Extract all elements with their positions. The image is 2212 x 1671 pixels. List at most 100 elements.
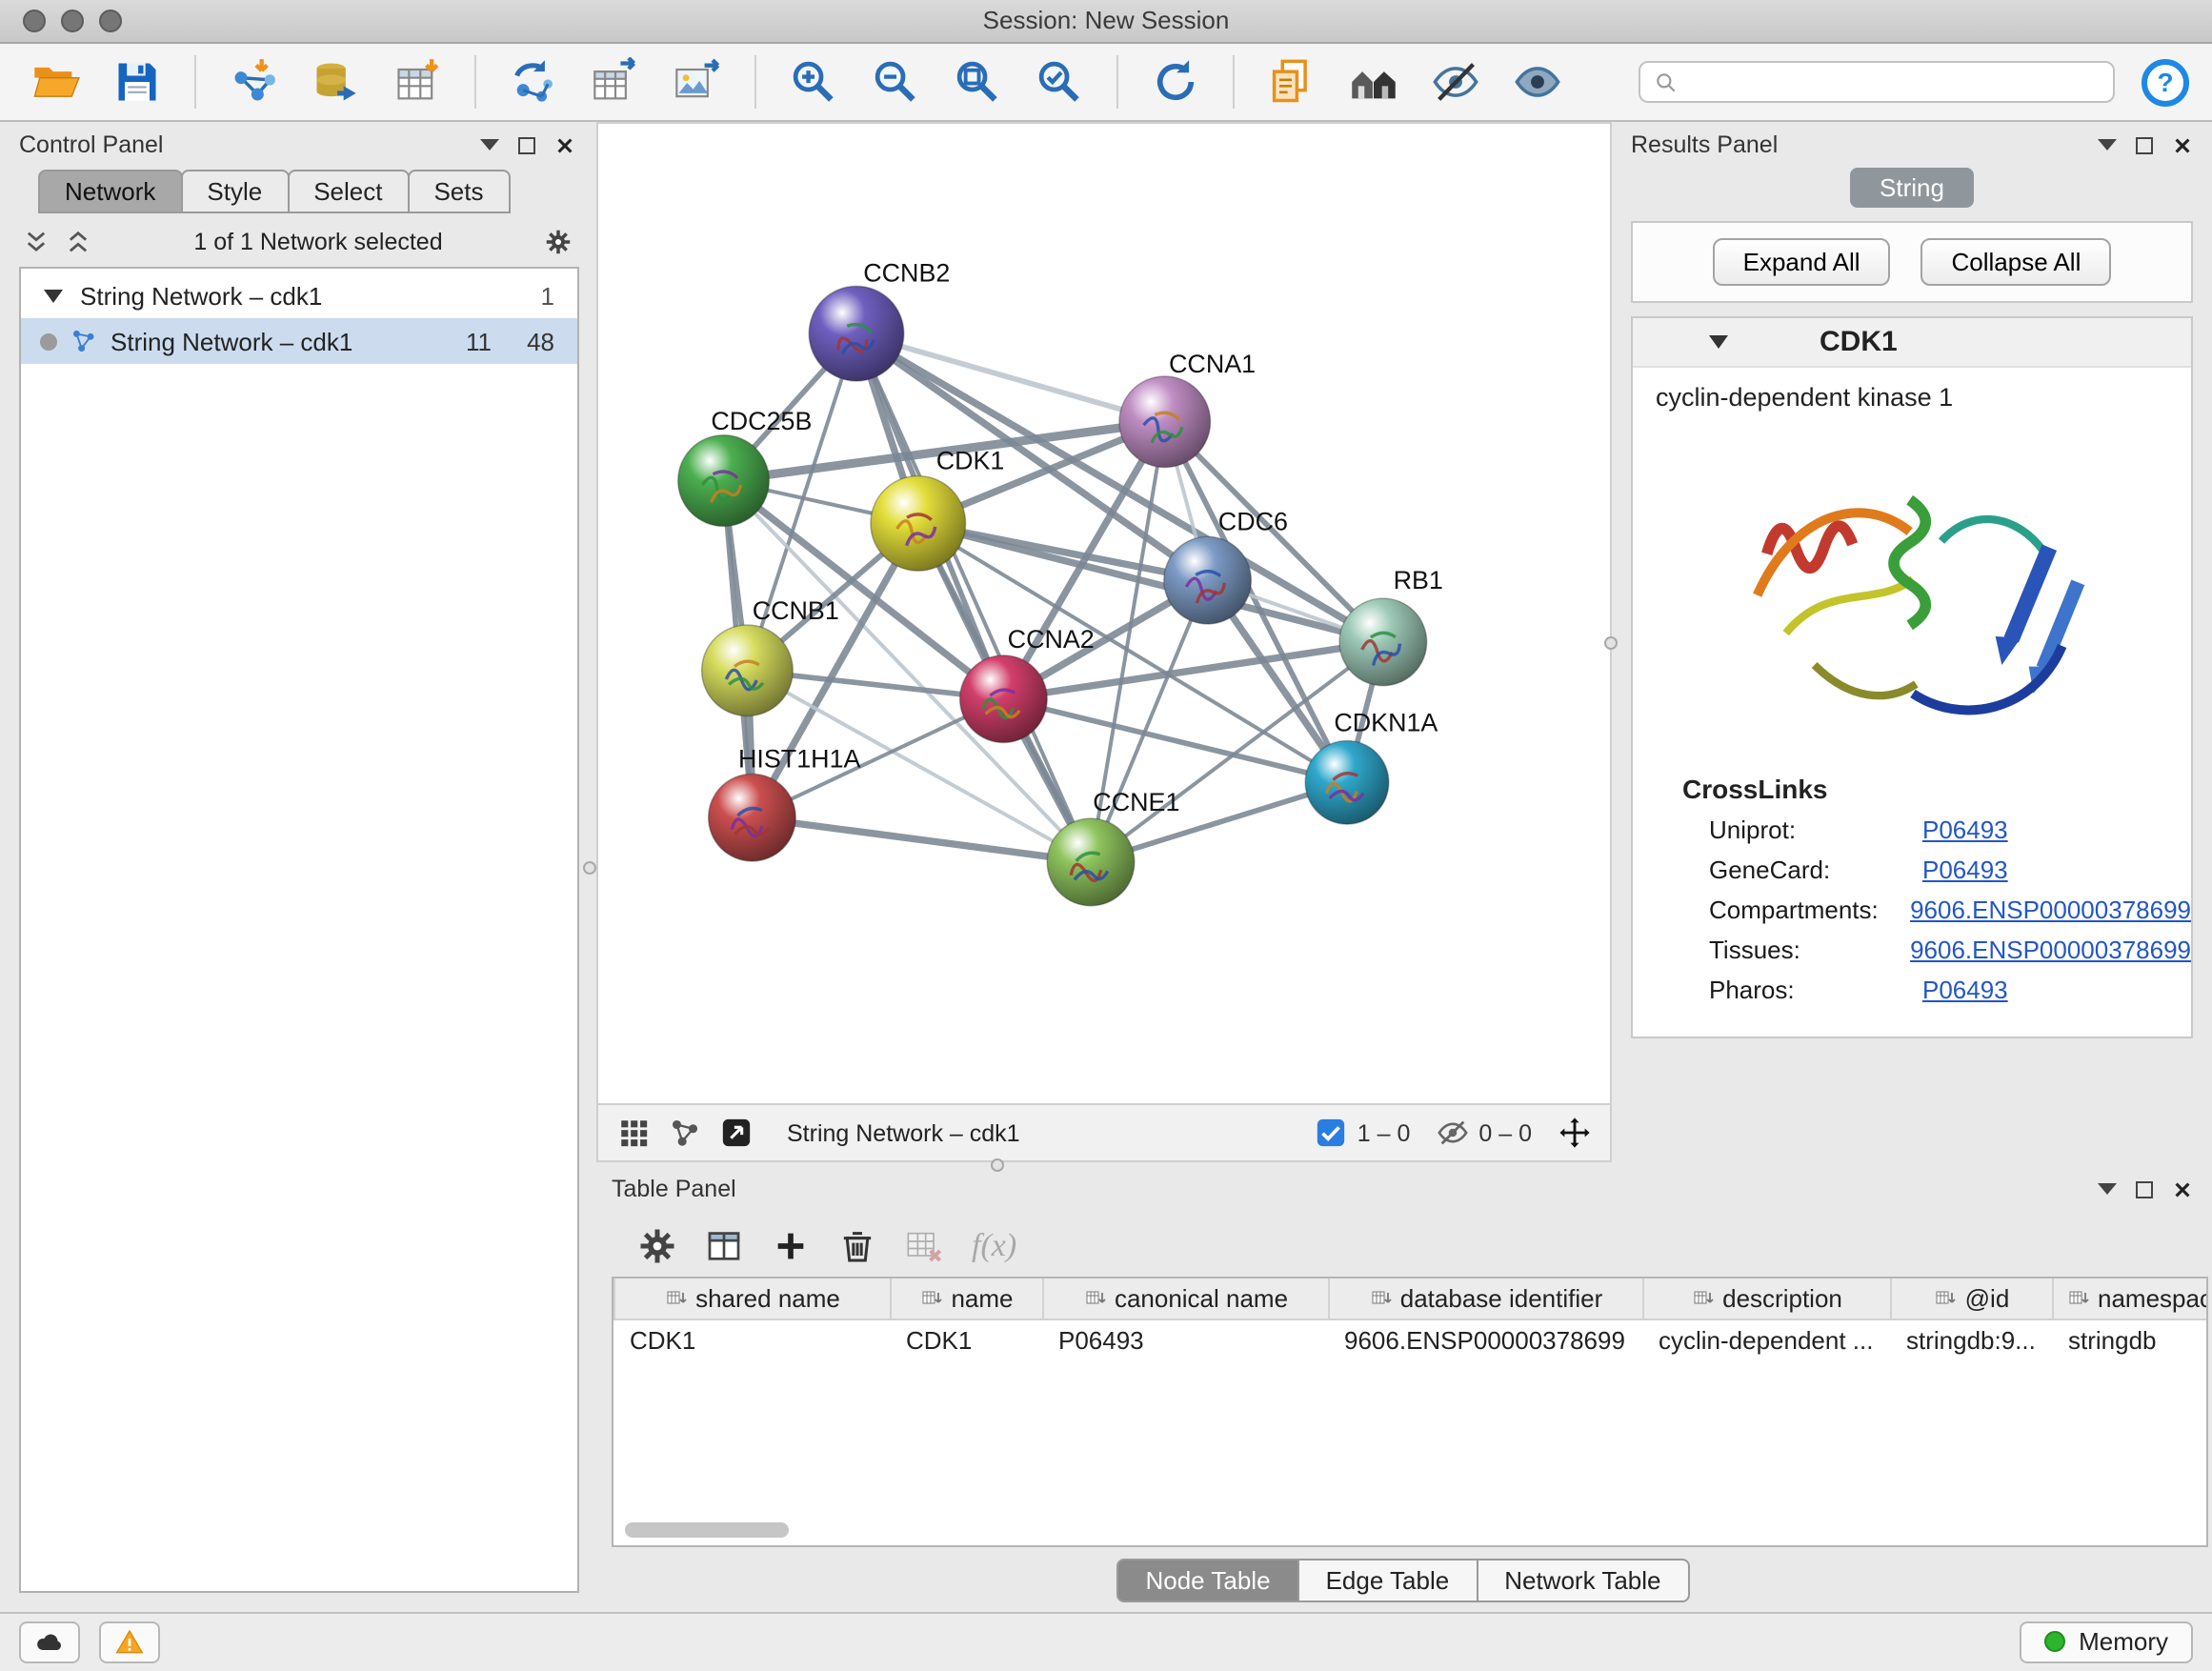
float-panel-icon[interactable] xyxy=(2136,1180,2153,1198)
search-box[interactable] xyxy=(1639,61,2115,103)
grid-view-icon[interactable] xyxy=(617,1117,650,1149)
tab-network[interactable]: Network xyxy=(38,170,182,213)
crosslink-link[interactable]: P06493 xyxy=(1922,976,2008,1004)
horizontal-splitter-handle[interactable] xyxy=(991,1158,1004,1172)
close-panel-icon[interactable] xyxy=(2172,134,2193,155)
panel-menu-icon[interactable] xyxy=(2098,139,2117,151)
network-options-gear-icon[interactable] xyxy=(545,229,572,255)
tab-edge-table[interactable]: Edge Table xyxy=(1297,1559,1478,1602)
show-all-button[interactable] xyxy=(1505,51,1570,112)
float-panel-icon[interactable] xyxy=(518,136,535,153)
delete-column-icon[interactable] xyxy=(838,1227,876,1265)
column-header-canonical-name[interactable]: canonical name xyxy=(1043,1278,1329,1319)
tab-style[interactable]: Style xyxy=(180,170,289,213)
import-table-file-button[interactable] xyxy=(385,51,450,112)
gene-entry-header[interactable]: CDK1 xyxy=(1633,318,2191,368)
table-cell[interactable]: stringdb:9... xyxy=(1891,1319,2053,1359)
vertical-splitter-handle[interactable] xyxy=(1604,636,1618,650)
column-sort-icon xyxy=(1370,1284,1400,1313)
warnings-button[interactable] xyxy=(99,1621,160,1663)
network-share-icon[interactable] xyxy=(669,1117,701,1149)
network-node-CDKN1A[interactable]: CDKN1A xyxy=(1305,709,1438,825)
save-session-button[interactable] xyxy=(105,51,170,112)
entry-collapse-icon[interactable] xyxy=(1709,335,1728,349)
horizontal-scrollbar-thumb[interactable] xyxy=(625,1522,789,1538)
crosslink-link[interactable]: 9606.ENSP00000378699 xyxy=(1910,936,2191,964)
expand-all-networks-icon[interactable] xyxy=(65,229,91,255)
network-node-CDK1[interactable]: CDK1 xyxy=(871,447,1004,572)
export-image-button[interactable] xyxy=(665,51,730,112)
column-header-name[interactable]: name xyxy=(891,1278,1043,1319)
minimize-window-button[interactable] xyxy=(61,10,84,32)
new-network-button[interactable] xyxy=(501,51,566,112)
table-cell[interactable]: CDK1 xyxy=(614,1319,891,1359)
tab-select[interactable]: Select xyxy=(287,170,409,213)
column-header-description[interactable]: description xyxy=(1643,1278,1891,1319)
collapse-all-button[interactable]: Collapse All xyxy=(1921,238,2112,286)
close-panel-icon[interactable] xyxy=(554,134,575,155)
show-neighbors-button[interactable] xyxy=(1341,51,1406,112)
table-cell[interactable]: CDK1 xyxy=(891,1319,1043,1359)
zoom-selected-button[interactable] xyxy=(1027,51,1092,112)
network-node-CDC25B[interactable]: CDC25B xyxy=(678,407,813,527)
tree-expand-icon[interactable] xyxy=(44,290,63,303)
tab-sets[interactable]: Sets xyxy=(407,170,510,213)
column-header-shared-name[interactable]: shared name xyxy=(614,1278,891,1319)
import-network-file-button[interactable] xyxy=(221,51,286,112)
table-cell[interactable]: 9606.ENSP00000378699 xyxy=(1329,1319,1643,1359)
selected-checkbox-icon[interactable] xyxy=(1316,1117,1348,1149)
network-row-selected[interactable]: String Network – cdk1 11 48 xyxy=(21,318,577,364)
apply-layout-button[interactable] xyxy=(1143,51,1208,112)
tab-network-table[interactable]: Network Table xyxy=(1476,1559,1689,1602)
column-header-namespac[interactable]: namespac xyxy=(2053,1278,2208,1319)
column-header--id[interactable]: @id xyxy=(1891,1278,2053,1319)
column-header-database-identifier[interactable]: database identifier xyxy=(1329,1278,1643,1319)
crosslink-link[interactable]: P06493 xyxy=(1922,815,2008,844)
crosslink-link[interactable]: 9606.ENSP00000378699 xyxy=(1910,896,2191,924)
table-cell[interactable]: stringdb xyxy=(2053,1319,2208,1359)
zoom-in-button[interactable] xyxy=(781,51,846,112)
hide-selected-button[interactable] xyxy=(1423,51,1488,112)
copy-document-button[interactable] xyxy=(1259,51,1324,112)
node-label-CDK1: CDK1 xyxy=(936,447,1005,475)
table-settings-gear-icon[interactable] xyxy=(638,1227,676,1265)
network-graph[interactable]: CCNB2CCNA1CDC25BCDK1CDC6RB1CCNB1CCNA2CDK… xyxy=(598,124,1610,1103)
search-input[interactable] xyxy=(1690,69,2100,95)
pan-mode-icon[interactable] xyxy=(1558,1117,1591,1149)
import-network-database-button[interactable] xyxy=(303,51,368,112)
vertical-splitter-handle[interactable] xyxy=(583,861,596,875)
panel-menu-icon[interactable] xyxy=(480,139,499,151)
add-column-icon[interactable] xyxy=(772,1227,810,1265)
float-panel-icon[interactable] xyxy=(2136,136,2153,153)
open-session-button[interactable] xyxy=(23,51,88,112)
network-node-CCNA1[interactable]: CCNA1 xyxy=(1119,350,1256,468)
export-table-button[interactable] xyxy=(583,51,648,112)
network-edge-CCNE1-HIST1H1A[interactable] xyxy=(752,817,1091,862)
show-columns-icon[interactable] xyxy=(705,1227,743,1265)
expand-all-button[interactable]: Expand All xyxy=(1713,238,1891,286)
network-collection-row[interactable]: String Network – cdk1 1 xyxy=(21,274,577,318)
table-cell[interactable]: P06493 xyxy=(1043,1319,1329,1359)
zoom-fit-button[interactable] xyxy=(945,51,1010,112)
network-view[interactable]: CCNB2CCNA1CDC25BCDK1CDC6RB1CCNB1CCNA2CDK… xyxy=(596,122,1612,1105)
crosslink-link[interactable]: P06493 xyxy=(1922,856,2008,884)
table-cell[interactable]: cyclin-dependent ... xyxy=(1643,1319,1891,1359)
hidden-eye-icon[interactable] xyxy=(1437,1117,1469,1149)
table-row[interactable]: CDK1CDK1P064939606.ENSP00000378699cyclin… xyxy=(614,1319,2208,1359)
network-node-RB1[interactable]: RB1 xyxy=(1339,566,1443,686)
close-panel-icon[interactable] xyxy=(2172,1178,2193,1199)
tab-node-table[interactable]: Node Table xyxy=(1116,1559,1298,1602)
collapse-all-networks-icon[interactable] xyxy=(23,229,50,255)
panel-menu-icon[interactable] xyxy=(2098,1183,2117,1195)
maximize-window-button[interactable] xyxy=(99,10,122,32)
results-panel: Results Panel String Expand All Collapse… xyxy=(1616,126,2208,1166)
network-node-HIST1H1A[interactable]: HIST1H1A xyxy=(709,744,861,861)
memory-button[interactable]: Memory xyxy=(2020,1621,2193,1663)
tab-string[interactable]: String xyxy=(1849,168,1975,208)
zoom-out-button[interactable] xyxy=(863,51,928,112)
birdseye-view-icon[interactable] xyxy=(720,1117,753,1149)
close-window-button[interactable] xyxy=(23,10,46,32)
cloud-service-button[interactable] xyxy=(19,1621,80,1663)
help-button[interactable]: ? xyxy=(2142,58,2189,106)
network-node-CCNB2[interactable]: CCNB2 xyxy=(809,258,950,381)
